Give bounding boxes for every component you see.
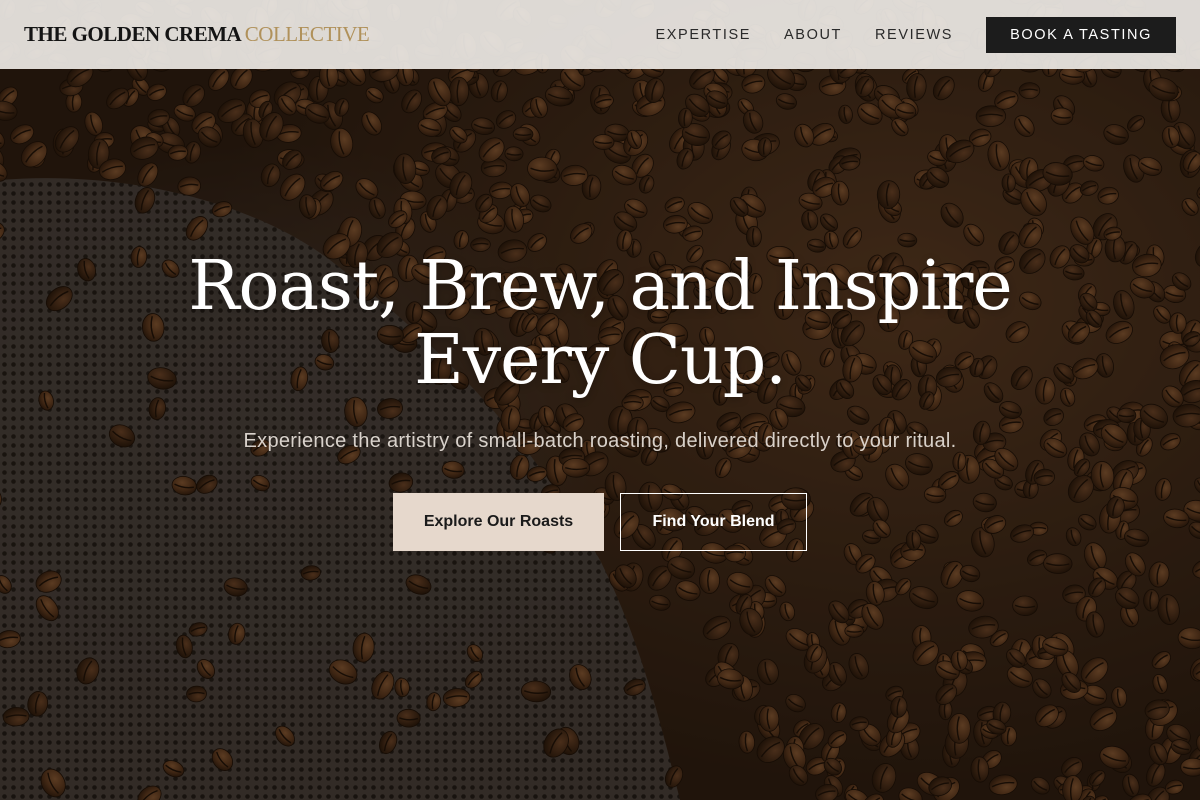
find-blend-button[interactable]: Find Your Blend (620, 493, 807, 551)
brand-logo[interactable]: THE GOLDEN CREMA COLLECTIVE (24, 22, 370, 47)
explore-roasts-button[interactable]: Explore Our Roasts (393, 493, 604, 551)
brand-name-accent: COLLECTIVE (244, 22, 370, 46)
hero-section: Roast, Brew, and Inspire Every Cup. Expe… (0, 250, 1200, 551)
hero-title-line-2: Every Cup. (414, 321, 787, 400)
hero-title-line-1: Roast, Brew, and Inspire (188, 247, 1012, 326)
site-header: THE GOLDEN CREMA COLLECTIVE EXPERTISE AB… (0, 0, 1200, 69)
hero-actions: Explore Our Roasts Find Your Blend (0, 493, 1200, 551)
hero-title: Roast, Brew, and Inspire Every Cup. (0, 250, 1200, 398)
main-nav: EXPERTISE ABOUT REVIEWS BOOK A TASTING (656, 16, 1176, 53)
book-tasting-button[interactable]: BOOK A TASTING (986, 16, 1176, 53)
nav-link-expertise[interactable]: EXPERTISE (656, 27, 752, 43)
nav-link-reviews[interactable]: REVIEWS (875, 27, 953, 43)
hero-subtitle: Experience the artistry of small-batch r… (243, 430, 957, 452)
nav-link-about[interactable]: ABOUT (784, 27, 842, 43)
brand-name: THE GOLDEN CREMA (24, 22, 241, 46)
